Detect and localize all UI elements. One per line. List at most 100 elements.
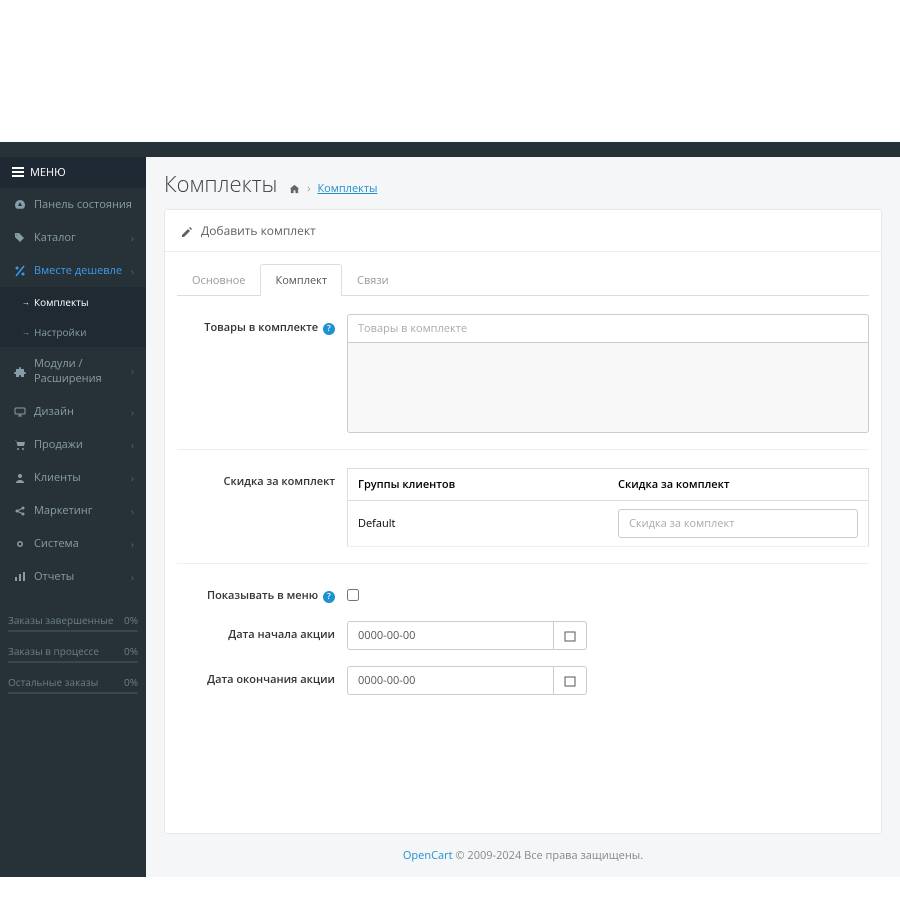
stat-bar (8, 630, 138, 632)
sidebar-item-label: Система (34, 536, 131, 551)
date-start-input[interactable] (347, 621, 554, 650)
stat-processing: Заказы в процессе0% (8, 644, 138, 663)
label-discount: Скидка за комплект (177, 468, 347, 547)
form-body: Товары в комплекте ? Скидка за комплект (165, 296, 881, 729)
footer: OpenCart © 2009-2024 Все права защищены. (146, 834, 900, 877)
breadcrumb-home[interactable] (289, 181, 300, 196)
top-bar (0, 142, 900, 157)
page-header: Комплекты › Комплекты (146, 157, 900, 209)
pencil-icon (181, 222, 193, 239)
sidebar-item-label: Дизайн (34, 404, 131, 419)
share-icon (12, 503, 28, 518)
desktop-icon (12, 404, 28, 419)
sidebar-item-system[interactable]: Система › (0, 527, 146, 560)
stats-block: Заказы завершенные0% Заказы в процессе0%… (8, 613, 138, 706)
products-well (347, 343, 869, 433)
tags-icon (12, 230, 28, 245)
chevron-right-icon: › (131, 504, 134, 518)
cart-icon (12, 437, 28, 452)
products-input[interactable] (347, 314, 869, 343)
sidebar-item-sales[interactable]: Продажи › (0, 428, 146, 461)
form-row-products: Товары в комплекте ? (177, 314, 869, 433)
chart-icon (12, 569, 28, 584)
user-icon (12, 470, 28, 485)
stat-label: Заказы завершенные (8, 613, 114, 627)
page-title: Комплекты (164, 169, 277, 199)
cog-icon (12, 536, 28, 551)
sidebar-item-label: Панель состояния (34, 197, 134, 212)
hamburger-icon[interactable] (12, 167, 24, 179)
discount-table: Группы клиентов Скидка за комплект Defau… (347, 468, 869, 547)
form-row-date-start: Дата начала акции (177, 621, 869, 650)
table-row: Default (348, 501, 869, 547)
chevron-right-icon: › (131, 471, 134, 485)
date-end-picker-button[interactable] (554, 666, 587, 695)
panel-title: Добавить комплект (201, 222, 316, 239)
label-date-start: Дата начала акции (177, 621, 347, 650)
tab-links[interactable]: Связи (342, 264, 404, 296)
cell-group: Default (348, 501, 609, 547)
chevron-right-icon: › (131, 405, 134, 419)
form-row-discount: Скидка за комплект Группы клиентов Скидк… (177, 468, 869, 547)
sidebar-item-label: Клиенты (34, 470, 131, 485)
date-end-input[interactable] (347, 666, 554, 695)
sidebar-nav: Панель состояния Каталог › Вместе дешевл… (0, 188, 146, 593)
calendar-icon (564, 675, 576, 687)
stat-label: Заказы в процессе (8, 644, 99, 658)
sidebar-item-marketing[interactable]: Маркетинг › (0, 494, 146, 527)
discount-input[interactable] (618, 509, 858, 538)
sidebar-item-extensions[interactable]: Модули / Расширения › (0, 347, 146, 395)
arrow-icon: → (22, 327, 30, 338)
chevron-right-icon: › (131, 264, 134, 278)
help-icon[interactable]: ? (323, 323, 335, 335)
home-icon (289, 184, 300, 195)
main-panel: Добавить комплект Основное Комплект Связ… (164, 209, 882, 834)
sidebar-item-label: Отчеты (34, 569, 131, 584)
chevron-right-icon: › (131, 537, 134, 551)
stat-value: 0% (124, 675, 138, 689)
sidebar-item-label: Продажи (34, 437, 131, 452)
breadcrumb-kits[interactable]: Комплекты (317, 181, 377, 196)
submenu-item-kits[interactable]: → Комплекты (0, 287, 146, 317)
label-date-end: Дата окончания акции (177, 666, 347, 695)
th-amount: Скидка за комплект (608, 469, 869, 501)
label-show-menu: Показывать в меню ? (177, 582, 347, 605)
stat-value: 0% (124, 613, 138, 627)
sidebar-item-label: Маркетинг (34, 503, 131, 518)
divider (177, 449, 869, 450)
help-icon[interactable]: ? (323, 591, 335, 603)
submenu-label: Комплекты (34, 295, 89, 309)
stat-bar (8, 661, 138, 663)
tab-kit[interactable]: Комплект (260, 264, 342, 296)
sidebar-item-design[interactable]: Дизайн › (0, 395, 146, 428)
submenu-label: Настройки (34, 325, 86, 339)
chevron-right-icon: › (131, 364, 134, 378)
chevron-right-icon: › (131, 231, 134, 245)
sidebar-header: МЕНЮ (0, 157, 146, 188)
calendar-icon (564, 630, 576, 642)
chevron-right-icon: › (131, 438, 134, 452)
percent-icon (12, 263, 28, 278)
menu-label: МЕНЮ (30, 165, 66, 180)
sidebar-item-customers[interactable]: Клиенты › (0, 461, 146, 494)
sidebar-submenu: → Комплекты → Настройки (0, 287, 146, 347)
th-groups: Группы клиентов (348, 469, 609, 501)
stat-label: Остальные заказы (8, 675, 98, 689)
sidebar-item-catalog[interactable]: Каталог › (0, 221, 146, 254)
sidebar-item-dashboard[interactable]: Панель состояния (0, 188, 146, 221)
divider (177, 563, 869, 564)
submenu-item-settings[interactable]: → Настройки (0, 317, 146, 347)
show-menu-checkbox[interactable] (347, 589, 359, 601)
chevron-right-icon: › (131, 570, 134, 584)
tab-main[interactable]: Основное (177, 264, 260, 296)
sidebar-item-reports[interactable]: Отчеты › (0, 560, 146, 593)
arrow-icon: → (22, 297, 30, 308)
footer-link[interactable]: OpenCart (403, 848, 453, 863)
date-start-picker-button[interactable] (554, 621, 587, 650)
stat-other: Остальные заказы 0% (8, 675, 138, 694)
sidebar-item-label: Вместе дешевле (34, 263, 131, 278)
sidebar-item-together-cheaper[interactable]: Вместе дешевле › (0, 254, 146, 287)
tabs: Основное Комплект Связи (177, 264, 869, 296)
stat-completed: Заказы завершенные 0% (8, 613, 138, 632)
form-row-date-end: Дата окончания акции (177, 666, 869, 695)
